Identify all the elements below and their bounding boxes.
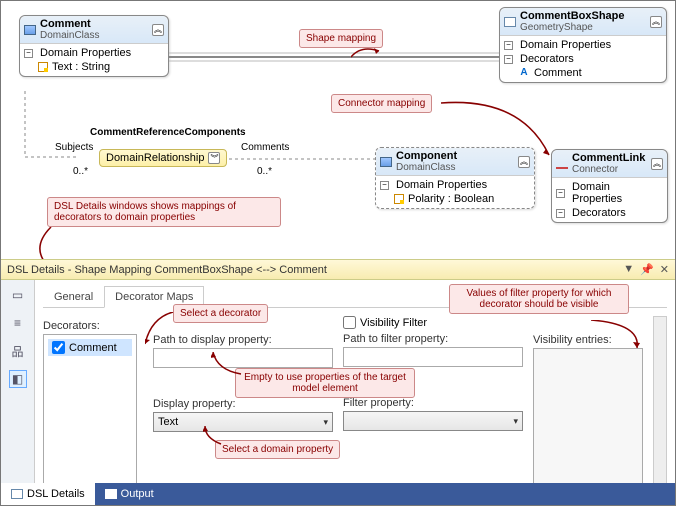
callout-visibility-values: Values of filter property for which deco… [449, 284, 629, 314]
property-label: Text : String [52, 61, 110, 73]
bottom-tab-dsl-details[interactable]: DSL Details [1, 483, 95, 505]
tab-icon [105, 489, 117, 499]
tool-icon-3[interactable]: 品 [9, 342, 27, 360]
collapse-icon[interactable]: ︽ [651, 158, 663, 170]
node-commentboxshape[interactable]: CommentBoxShape GeometryShape ︽ −Domain … [499, 7, 667, 83]
path-filter-input[interactable] [343, 347, 523, 367]
rel-to-component-line [229, 151, 375, 167]
tool-icon-1[interactable]: ▭ [9, 286, 27, 304]
cardinality-label: 0..* [257, 166, 272, 177]
relationship-title: CommentReferenceComponents [90, 127, 246, 138]
filter-property-select[interactable] [343, 411, 523, 431]
cardinality-label: 0..* [73, 166, 88, 177]
role-label: Subjects [55, 142, 93, 153]
close-icon[interactable]: ✕ [660, 263, 669, 276]
path-filter-label: Path to filter property: [343, 333, 523, 345]
text-decor-icon: A [518, 68, 530, 78]
node-comment[interactable]: Comment DomainClass ︽ −Domain Properties… [19, 15, 169, 77]
dsl-details-panel: ▭ ≡ 品 ◧ General Decorator Maps Decorator… [1, 280, 675, 483]
role-label: Comments [241, 142, 289, 153]
display-property-value: Text [158, 416, 178, 428]
decorator-item-comment[interactable]: Comment [48, 339, 132, 356]
expander-icon[interactable]: − [504, 55, 513, 64]
node-kind: GeometryShape [520, 22, 650, 33]
expander-icon[interactable]: − [380, 181, 389, 190]
property-icon [394, 194, 404, 204]
expand-icon[interactable]: ︾ [208, 152, 220, 164]
display-property-label: Display property: [153, 398, 333, 410]
dropdown-icon[interactable]: ▼ [623, 263, 634, 276]
node-title: CommentLink [572, 152, 651, 164]
path-display-input[interactable] [153, 348, 333, 368]
node-kind: Connector [572, 164, 651, 175]
tab-general[interactable]: General [43, 286, 104, 308]
property-icon [38, 62, 48, 72]
callout-select-domain-prop: Select a domain property [215, 440, 340, 459]
callout-dsl-details: DSL Details windows shows mappings of de… [47, 197, 281, 227]
expander-icon[interactable]: − [556, 189, 565, 198]
tab-icon [11, 489, 23, 499]
collapse-icon[interactable]: ︽ [152, 24, 164, 36]
shape-mapping-line [169, 49, 499, 65]
callout-shape-mapping: Shape mapping [299, 29, 383, 48]
expander-icon[interactable]: − [24, 49, 33, 58]
scrollbar[interactable] [653, 316, 667, 498]
node-title: Comment [40, 18, 152, 30]
titlebar-text: DSL Details - Shape Mapping CommentBoxSh… [7, 264, 327, 276]
section-label: Decorators [572, 207, 626, 219]
domain-relationship[interactable]: DomainRelationship ︾ [99, 149, 227, 167]
pin-icon[interactable]: 📌 [640, 263, 654, 276]
node-commentlink[interactable]: CommentLink Connector ︽ −Domain Properti… [551, 149, 668, 223]
section-label: Decorators [520, 53, 574, 65]
filter-property-label: Filter property: [343, 397, 523, 409]
tab-label: DSL Details [27, 488, 85, 500]
callout-empty-path: Empty to use properties of the target mo… [235, 368, 415, 398]
node-component[interactable]: Component DomainClass ︽ −Domain Properti… [375, 147, 535, 209]
section-label: Domain Properties [396, 179, 487, 191]
display-property-select[interactable]: Text [153, 412, 333, 432]
tool-icon-4[interactable]: ◧ [9, 370, 27, 388]
visibility-filter-checkbox[interactable] [343, 316, 356, 329]
diagram-canvas: Comment DomainClass ︽ −Domain Properties… [1, 1, 675, 257]
dsl-details-titlebar: DSL Details - Shape Mapping CommentBoxSh… [1, 259, 675, 280]
class-icon [24, 25, 36, 35]
section-label: Domain Properties [520, 39, 611, 51]
class-icon [380, 157, 392, 167]
path-display-label: Path to display property: [153, 334, 333, 346]
section-label: Domain Properties [572, 181, 663, 205]
node-kind: DomainClass [396, 162, 518, 173]
tab-label: Output [121, 488, 154, 500]
decorators-label: Decorators: [43, 320, 143, 332]
node-title: Component [396, 150, 518, 162]
decorator-checkbox[interactable] [52, 341, 65, 354]
visibility-entries-label: Visibility entries: [533, 334, 643, 346]
decorator-item-label: Comment [69, 342, 117, 354]
visibility-entries-list[interactable] [533, 348, 643, 498]
callout-select-decorator: Select a decorator [173, 304, 268, 323]
bottom-tab-output[interactable]: Output [95, 483, 164, 505]
node-kind: DomainClass [40, 30, 152, 41]
expander-icon[interactable]: − [556, 209, 565, 218]
section-label: Domain Properties [40, 47, 131, 59]
shape-icon [504, 17, 516, 27]
node-title: CommentBoxShape [520, 10, 650, 22]
callout-connector-mapping: Connector mapping [331, 94, 432, 113]
connector-icon [556, 167, 568, 169]
tool-icon-2[interactable]: ≡ [9, 314, 27, 332]
property-label: Polarity : Boolean [408, 193, 494, 205]
collapse-icon[interactable]: ︽ [650, 16, 662, 28]
decorator-label: Comment [534, 67, 582, 79]
decorators-list[interactable]: Comment [43, 334, 137, 484]
vertical-toolbar: ▭ ≡ 品 ◧ [1, 280, 35, 483]
bottom-tab-bar: DSL Details Output [1, 483, 675, 505]
collapse-icon[interactable]: ︽ [518, 156, 530, 168]
expander-icon[interactable]: − [504, 41, 513, 50]
visibility-filter-label: Visibility Filter [360, 317, 427, 329]
relationship-kind: DomainRelationship [106, 152, 204, 164]
